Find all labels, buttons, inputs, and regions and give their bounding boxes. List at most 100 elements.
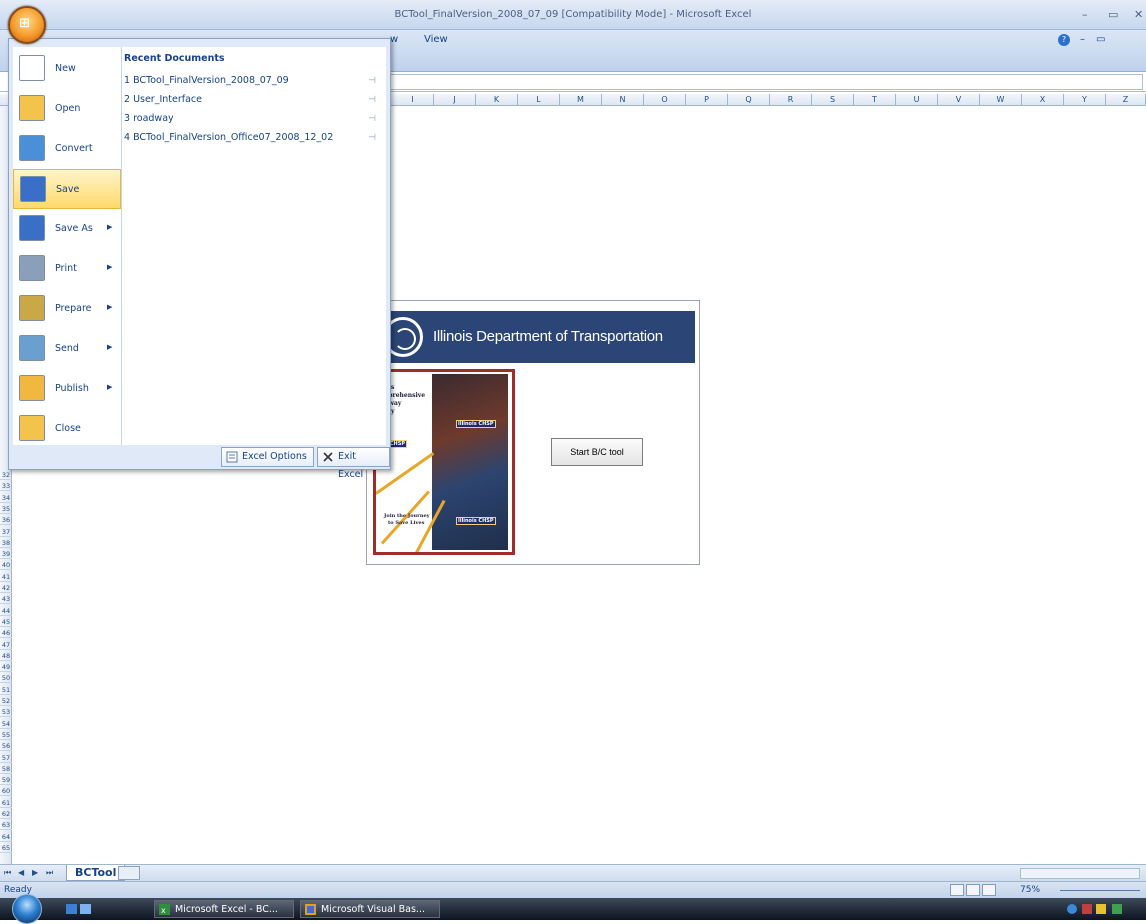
svg-text:x: x [161,906,166,915]
row-header[interactable]: 55 [0,730,12,740]
column-header[interactable]: M [560,94,602,106]
menu-item-publish[interactable]: Publish ▶ [13,369,121,409]
tab-view[interactable]: View [424,34,448,45]
row-header[interactable]: 64 [0,832,12,842]
menu-item-close[interactable]: Close [13,409,121,449]
row-header[interactable]: 51 [0,685,12,695]
close-window-button[interactable]: ✕ [1134,8,1143,21]
column-header[interactable]: Q [728,94,770,106]
normal-view-button[interactable] [950,884,964,896]
exit-excel-button[interactable]: Exit Excel [317,447,390,480]
row-header[interactable]: 47 [0,640,12,650]
row-header[interactable]: 52 [0,696,12,706]
column-header[interactable]: R [770,94,812,106]
row-header[interactable]: 37 [0,527,12,537]
column-header[interactable]: U [896,94,938,106]
menu-item-save[interactable]: Save [13,169,121,209]
row-header[interactable]: 56 [0,741,12,752]
row-header[interactable]: 43 [0,594,12,605]
row-header[interactable]: 54 [0,719,12,729]
column-header[interactable]: N [602,94,644,106]
system-tray-icons[interactable] [1066,903,1130,915]
column-header[interactable]: S [812,94,854,106]
office-button[interactable]: ⊞ [8,6,46,44]
row-header[interactable]: 42 [0,583,12,593]
recent-document-item[interactable]: 1 BCTool_FinalVersion_2008_07_09 ⊣ [124,75,380,91]
zoom-slider[interactable] [1060,890,1140,891]
column-header[interactable]: P [686,94,728,106]
tab-review-partial[interactable]: w [390,34,398,45]
row-header[interactable]: 44 [0,606,12,616]
last-sheet-button[interactable]: ⏭ [46,868,53,878]
column-header[interactable]: L [518,94,560,106]
page-break-view-button[interactable] [982,884,996,896]
menu-item-save-as[interactable]: Save As ▶ [13,209,121,249]
column-header[interactable]: V [938,94,980,106]
formula-input[interactable] [388,74,1143,90]
row-header[interactable]: 59 [0,775,12,786]
taskbar-excel-button[interactable]: x Microsoft Excel - BC... [154,900,294,918]
row-header[interactable]: 34 [0,493,12,503]
excel-options-button[interactable]: Excel Options [221,447,314,467]
restore-button[interactable]: ▭ [1108,8,1118,21]
page-layout-view-button[interactable] [966,884,980,896]
column-header[interactable]: W [980,94,1022,106]
menu-item-open[interactable]: Open [13,89,121,129]
sheet-tab-bctool[interactable]: BCTool [66,865,126,881]
row-header[interactable]: 32 [0,470,12,480]
row-header[interactable]: 53 [0,707,12,718]
column-header[interactable]: Z [1106,94,1146,106]
row-header[interactable]: 33 [0,481,12,492]
row-header[interactable]: 45 [0,617,12,627]
row-header[interactable]: 48 [0,651,12,661]
row-header[interactable]: 36 [0,515,12,526]
row-header[interactable]: 49 [0,662,12,673]
row-header[interactable]: 61 [0,798,12,808]
row-header[interactable]: 50 [0,673,12,684]
column-header[interactable]: X [1022,94,1064,106]
pin-icon[interactable]: ⊣ [368,76,376,86]
menu-item-print[interactable]: Print ▶ [13,249,121,289]
column-header[interactable]: I [392,94,434,106]
menu-item-new[interactable]: New [13,49,121,89]
row-header[interactable]: 41 [0,572,12,582]
menu-item-convert[interactable]: Convert [13,129,121,169]
horizontal-scrollbar[interactable] [1020,868,1140,879]
taskbar-vba-button[interactable]: Microsoft Visual Bas... [300,900,440,918]
pin-icon[interactable]: ⊣ [368,133,376,143]
recent-document-item[interactable]: 3 roadway ⊣ [124,113,380,129]
row-header[interactable]: 65 [0,843,12,853]
row-header[interactable]: 58 [0,764,12,774]
column-header[interactable]: K [476,94,518,106]
row-header[interactable]: 39 [0,549,12,560]
column-header[interactable]: O [644,94,686,106]
menu-item-prepare[interactable]: Prepare ▶ [13,289,121,329]
quicklaunch-icon[interactable] [66,903,92,915]
ribbon-restore-button[interactable]: ▭ [1096,34,1105,45]
row-header[interactable]: 40 [0,560,12,571]
row-header[interactable]: 38 [0,538,12,548]
column-header[interactable]: J [434,94,476,106]
recent-document-item[interactable]: 2 User_Interface ⊣ [124,94,380,110]
row-header[interactable]: 35 [0,504,12,514]
prev-sheet-button[interactable]: ◀ [18,868,24,877]
help-icon[interactable]: ? [1058,34,1070,46]
menu-item-send[interactable]: Send ▶ [13,329,121,369]
row-header[interactable]: 62 [0,809,12,819]
row-header[interactable]: 63 [0,820,12,831]
minimize-button[interactable]: – [1082,8,1088,21]
row-header[interactable]: 57 [0,753,12,763]
pin-icon[interactable]: ⊣ [368,114,376,124]
first-sheet-button[interactable]: ⏮ [4,868,11,878]
pin-icon[interactable]: ⊣ [368,95,376,105]
row-header[interactable]: 60 [0,786,12,797]
ribbon-minimize-button[interactable]: – [1080,34,1085,45]
next-sheet-button[interactable]: ▶ [32,868,38,877]
zoom-level[interactable]: 75% [1020,885,1040,895]
column-header[interactable]: Y [1064,94,1106,106]
recent-document-item[interactable]: 4 BCTool_FinalVersion_Office07_2008_12_0… [124,132,380,148]
start-bc-tool-button[interactable]: Start B/C tool [551,438,643,466]
column-header[interactable]: T [854,94,896,106]
row-header[interactable]: 46 [0,628,12,639]
insert-sheet-icon[interactable] [118,866,140,880]
